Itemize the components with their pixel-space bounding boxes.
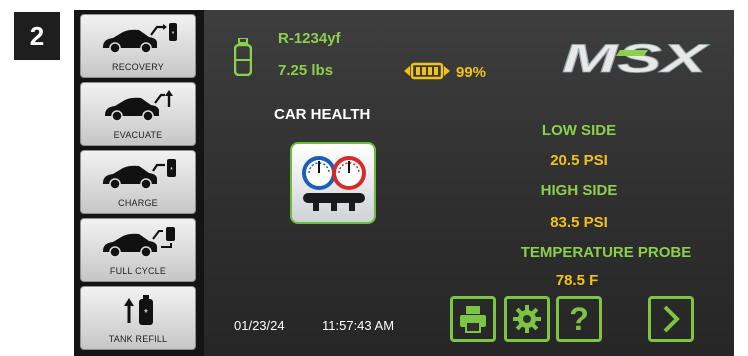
question-mark-icon: ?: [569, 301, 589, 337]
refrigerant-type: R-1234yf: [278, 30, 341, 47]
svg-text:MSX: MSX: [562, 37, 710, 78]
tank-refill-button[interactable]: * TANK REFILL: [80, 286, 196, 350]
mode-sidebar: * RECOVERY EVACUATE * CHARGE FULL CYCLE …: [80, 14, 196, 356]
low-side-label: LOW SIDE: [541, 122, 617, 139]
manifold-gauges-icon: [302, 156, 366, 211]
car-full-cycle-icon: [103, 227, 175, 258]
svg-text:*: *: [144, 308, 148, 319]
help-button[interactable]: ?: [556, 296, 602, 342]
device-frame: * RECOVERY EVACUATE * CHARGE FULL CYCLE …: [74, 10, 734, 356]
low-side-value: 20.5 PSI: [550, 152, 608, 169]
car-charge-icon: *: [103, 159, 176, 190]
tank-refill-icon: *: [124, 295, 153, 325]
current-time: 11:57:43 AM: [322, 318, 395, 333]
print-button[interactable]: [450, 296, 496, 342]
svg-text:*: *: [172, 31, 175, 38]
printer-icon: [460, 306, 486, 333]
temperature-probe-label: TEMPERATURE PROBE: [520, 244, 692, 261]
settings-button[interactable]: [504, 296, 550, 342]
svg-text:*: *: [170, 167, 173, 174]
temperature-probe-value: 78.5 F: [555, 272, 599, 289]
tank-refill-label: TANK REFILL: [108, 334, 168, 344]
evacuate-label: EVACUATE: [113, 130, 163, 140]
msx-logo: MSX: [562, 37, 711, 78]
recovery-label: RECOVERY: [112, 62, 164, 72]
charge-button[interactable]: * CHARGE: [80, 150, 196, 214]
current-date: 01/23/24: [234, 318, 285, 333]
recovery-button[interactable]: * RECOVERY: [80, 14, 196, 78]
charge-label: CHARGE: [118, 198, 158, 208]
gear-icon: [513, 305, 541, 333]
main-screen: R-1234yf 7.25 lbs 99% MSX CAR HEALTH LOW…: [204, 10, 734, 356]
refrigerant-weight: 7.25 lbs: [278, 62, 334, 79]
full-cycle-label: FULL CYCLE: [109, 266, 167, 276]
high-side-label: HIGH SIDE: [540, 182, 618, 199]
step-number-badge: 2: [14, 12, 60, 60]
high-side-value: 83.5 PSI: [550, 214, 608, 231]
battery-percentage: 99%: [456, 64, 487, 81]
evacuate-button[interactable]: EVACUATE: [80, 82, 196, 146]
car-health-gauges-button[interactable]: [290, 142, 376, 224]
car-evacuate-icon: [105, 90, 173, 122]
next-button[interactable]: [648, 296, 694, 342]
car-health-title: CAR HEALTH: [274, 106, 371, 123]
full-cycle-button[interactable]: FULL CYCLE: [80, 218, 196, 282]
car-recovery-icon: *: [103, 23, 177, 54]
refrigerant-tank-icon: [234, 38, 252, 76]
battery-icon: [404, 62, 450, 80]
chevron-right-icon: [663, 305, 680, 333]
